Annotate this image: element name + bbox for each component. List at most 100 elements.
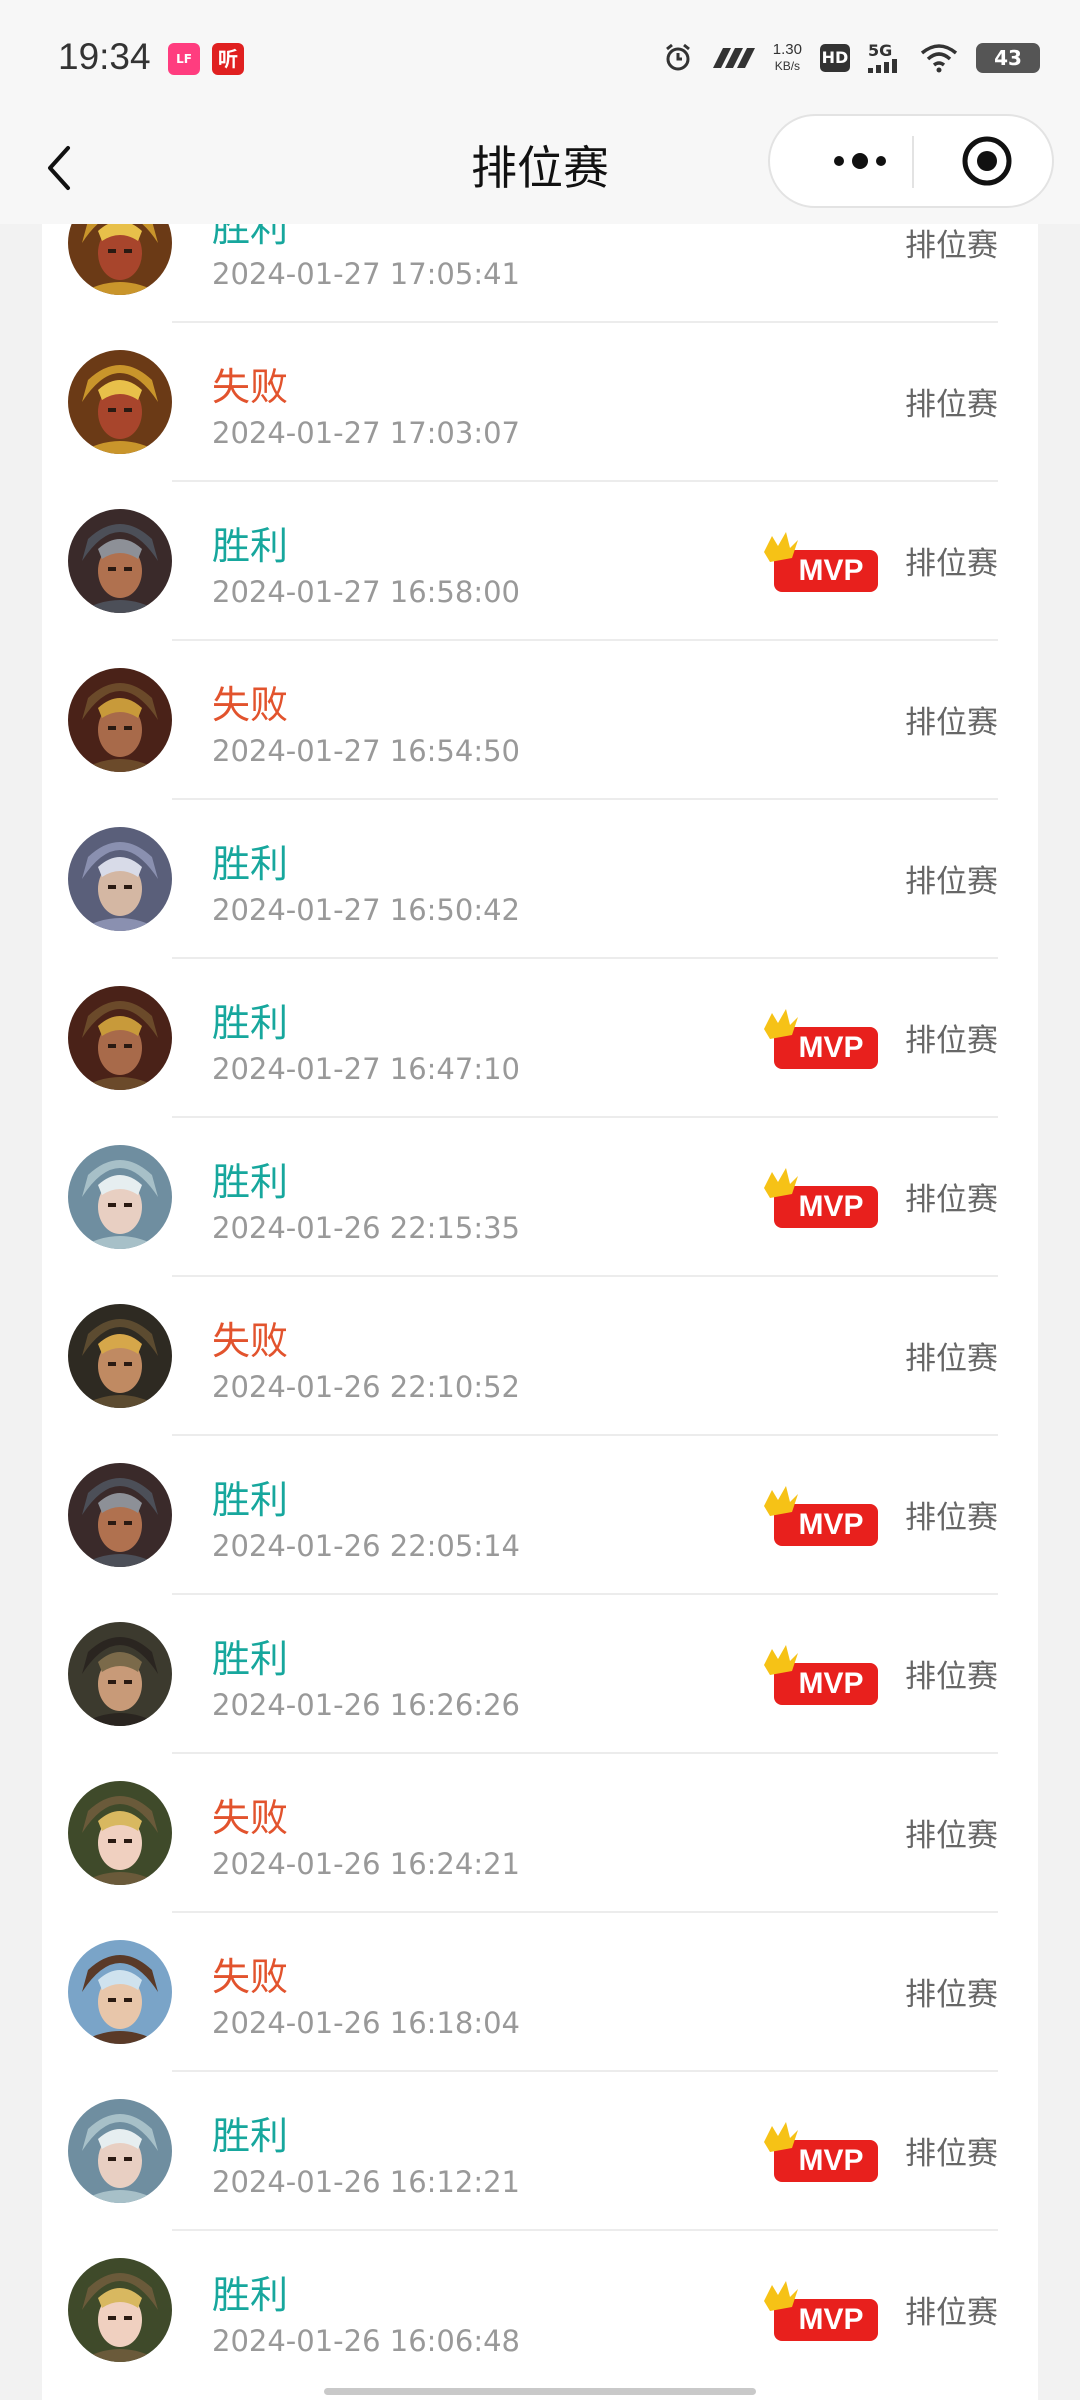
mvp-badge: MVP	[762, 1009, 880, 1073]
alarm-icon	[665, 43, 690, 71]
hero-avatar	[68, 1145, 172, 1249]
network-speed-unit: KB/s	[774, 59, 801, 73]
match-timestamp: 2024-01-26 22:15:35	[212, 1211, 520, 1245]
match-result: 胜利	[212, 842, 289, 886]
match-mode: 排位赛	[905, 1977, 998, 2013]
match-timestamp: 2024-01-26 16:26:26	[212, 1688, 520, 1722]
mvp-badge: MVP	[762, 2122, 880, 2186]
cellular-5g: 5G	[868, 43, 902, 73]
hero-avatar	[68, 2258, 172, 2362]
signal-strength-icon	[712, 48, 755, 68]
match-timestamp: 2024-01-26 22:10:52	[212, 1370, 520, 1404]
match-timestamp: 2024-01-27 16:54:50	[212, 734, 520, 768]
match-timestamp: 2024-01-26 16:24:21	[212, 1847, 520, 1881]
match-timestamp: 2024-01-27 16:50:42	[212, 893, 520, 927]
battery-icon: 43	[976, 43, 1040, 73]
mvp-label: MVP	[798, 2303, 864, 2336]
match-mode: 排位赛	[905, 387, 998, 423]
hero-avatar	[68, 827, 172, 931]
match-result: 胜利	[212, 1637, 289, 1681]
mvp-badge: MVP	[762, 1168, 880, 1232]
match-history-list: 胜利 2024-01-27 17:05:41 排位赛失败 2024-01-27 17:…	[42, 224, 1038, 2400]
match-timestamp: 2024-01-27 16:58:00	[212, 575, 520, 609]
hero-avatar	[68, 1304, 172, 1408]
close-target-icon[interactable]	[960, 134, 1014, 188]
network-type-label: 5G	[868, 41, 893, 60]
match-mode: 排位赛	[905, 1182, 998, 1218]
mvp-label: MVP	[798, 554, 864, 587]
mvp-badge: MVP	[762, 2281, 880, 2345]
match-row[interactable]: 胜利 2024-01-27 17:05:41 排位赛	[42, 224, 1038, 323]
match-result: 胜利	[212, 2114, 289, 2158]
match-result: 胜利	[212, 1001, 289, 1045]
match-result: 失败	[212, 365, 289, 409]
status-time: 19:34	[58, 36, 151, 77]
match-mode: 排位赛	[905, 864, 998, 900]
match-timestamp: 2024-01-27 17:03:07	[212, 416, 520, 450]
match-row[interactable]: 胜利 2024-01-27 16:50:42 排位赛	[42, 800, 1038, 959]
hero-avatar	[68, 1940, 172, 2044]
match-mode: 排位赛	[905, 1818, 998, 1854]
match-row[interactable]: 失败 2024-01-26 22:10:52 排位赛	[42, 1277, 1038, 1436]
match-result: 胜利	[212, 1160, 289, 1204]
match-row[interactable]: 胜利 2024-01-26 16:26:26 MVP 排位赛	[42, 1595, 1038, 1754]
hero-avatar	[68, 350, 172, 454]
hero-avatar	[68, 668, 172, 772]
more-dots-icon[interactable]	[810, 116, 910, 206]
match-result: 失败	[212, 1319, 289, 1363]
hero-avatar	[68, 1781, 172, 1885]
status-bar: 19:34 LF 听 1.30 KB/s HD 5G 43	[0, 0, 1080, 112]
match-result: 胜利	[212, 1478, 289, 1522]
match-result: 胜利	[212, 2273, 289, 2317]
mini-program-capsule	[768, 114, 1054, 208]
mvp-badge: MVP	[762, 1645, 880, 1709]
match-row[interactable]: 胜利 2024-01-27 16:58:00 MVP 排位赛	[42, 482, 1038, 641]
status-icons: 1.30 KB/s HD 5G 43	[663, 38, 1040, 78]
match-row[interactable]: 胜利 2024-01-26 22:15:35 MVP 排位赛	[42, 1118, 1038, 1277]
match-mode: 排位赛	[905, 1500, 998, 1536]
mvp-label: MVP	[798, 1667, 864, 1700]
hero-avatar	[68, 1463, 172, 1567]
home-indicator	[324, 2388, 756, 2395]
match-row[interactable]: 失败 2024-01-27 16:54:50 排位赛	[42, 641, 1038, 800]
match-row[interactable]: 失败 2024-01-27 17:03:07 排位赛	[42, 323, 1038, 482]
match-mode: 排位赛	[905, 2136, 998, 2172]
listen-app-icon: 听	[212, 43, 244, 75]
match-result: 失败	[212, 1955, 289, 1999]
match-mode: 排位赛	[905, 546, 998, 582]
match-row[interactable]: 失败 2024-01-26 16:18:04 排位赛	[42, 1913, 1038, 2072]
match-row[interactable]: 失败 2024-01-26 16:24:21 排位赛	[42, 1754, 1038, 1913]
mvp-badge: MVP	[762, 532, 880, 596]
match-result: 胜利	[212, 524, 289, 568]
match-timestamp: 2024-01-26 22:05:14	[212, 1529, 520, 1563]
match-mode: 排位赛	[905, 2295, 998, 2331]
match-mode: 排位赛	[905, 1659, 998, 1695]
hero-avatar	[68, 2099, 172, 2203]
match-mode: 排位赛	[905, 1341, 998, 1377]
hero-avatar	[68, 509, 172, 613]
match-row[interactable]: 胜利 2024-01-26 16:12:21 MVP 排位赛	[42, 2072, 1038, 2231]
match-result: 胜利	[212, 224, 289, 250]
match-mode: 排位赛	[905, 228, 998, 264]
nav-bar: 排位赛	[0, 112, 1080, 224]
match-row[interactable]: 胜利 2024-01-26 16:06:48 MVP 排位赛	[42, 2231, 1038, 2390]
match-timestamp: 2024-01-26 16:12:21	[212, 2165, 520, 2199]
mvp-label: MVP	[798, 1508, 864, 1541]
wifi-icon	[920, 44, 958, 73]
match-row[interactable]: 胜利 2024-01-27 16:47:10 MVP 排位赛	[42, 959, 1038, 1118]
match-timestamp: 2024-01-27 16:47:10	[212, 1052, 520, 1086]
capsule-divider	[912, 136, 914, 188]
match-result: 失败	[212, 683, 289, 727]
hd-badge: HD	[820, 44, 850, 72]
cellular-bars-icon	[868, 59, 897, 73]
lofter-app-icon: LF	[168, 43, 200, 75]
mvp-badge: MVP	[762, 1486, 880, 1550]
network-speed: 1.30 KB/s	[773, 42, 802, 74]
match-row[interactable]: 胜利 2024-01-26 22:05:14 MVP 排位赛	[42, 1436, 1038, 1595]
mvp-label: MVP	[798, 2144, 864, 2177]
network-speed-value: 1.30	[772, 41, 802, 58]
match-result: 失败	[212, 1796, 289, 1840]
mvp-label: MVP	[798, 1190, 864, 1223]
match-mode: 排位赛	[905, 705, 998, 741]
match-timestamp: 2024-01-26 16:18:04	[212, 2006, 520, 2040]
